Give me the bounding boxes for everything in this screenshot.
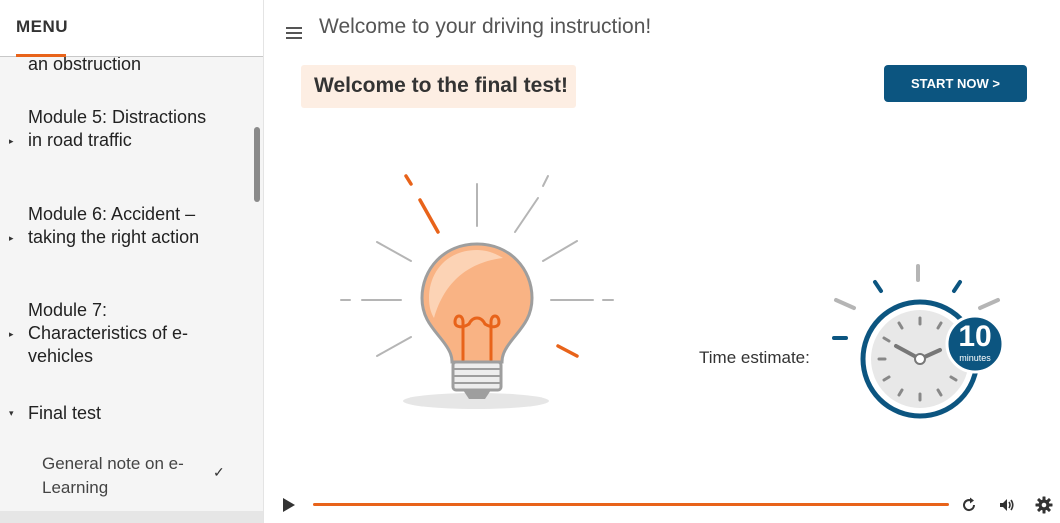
- replay-icon[interactable]: [960, 496, 978, 514]
- sidebar-scrollbar[interactable]: [254, 127, 260, 202]
- chevron-down-icon: ▾: [9, 408, 14, 418]
- menu-item-module-6[interactable]: ▸ Module 6: Accident – taking the right …: [0, 203, 255, 273]
- time-value: 10: [958, 320, 992, 353]
- menu-item-module-7[interactable]: ▸ Module 7: Characteristics of e-vehicle…: [0, 299, 255, 369]
- menu-title-underline: [16, 54, 66, 57]
- settings-gear-icon[interactable]: [1035, 496, 1053, 514]
- progress-bar[interactable]: [313, 503, 949, 506]
- menu-item-label: Final test: [28, 403, 102, 423]
- menu-item-label: Module 7: Characteristics of e-vehicles: [28, 300, 189, 366]
- welcome-heading: Welcome to the final test!: [314, 74, 568, 97]
- menu-header: MENU: [0, 0, 263, 57]
- menu-subitem-active[interactable]: [0, 511, 263, 523]
- menu-item-final-test[interactable]: ▾ Final test: [0, 402, 255, 428]
- chevron-right-icon: ▸: [9, 233, 14, 243]
- chevron-right-icon: ▸: [9, 329, 14, 339]
- lightbulb-illustration: [340, 174, 614, 409]
- start-now-button[interactable]: START NOW >: [884, 65, 1027, 102]
- menu-item-label: Module 5: Distractions in road traffic: [28, 107, 207, 150]
- chevron-right-icon: ▸: [9, 136, 14, 146]
- time-estimate-label: Time estimate:: [699, 348, 810, 367]
- menu-item-label: Module 6: Accident – taking the right ac…: [28, 204, 200, 247]
- checkmark-icon: ✓: [213, 464, 225, 480]
- sidebar-menu: an obstruction ▸ Module 5: Distractions …: [0, 0, 264, 523]
- menu-subitem-general-note[interactable]: General note on e-Learning ✓: [0, 450, 255, 508]
- menu-title: MENU: [16, 17, 69, 36]
- course-title: Welcome to your driving instruction!: [319, 15, 652, 38]
- play-icon[interactable]: [280, 497, 296, 513]
- menu-subitem-label: General note on e-Learning: [42, 454, 184, 497]
- menu-item-module-5[interactable]: ▸ Module 5: Distractions in road traffic: [0, 106, 255, 176]
- time-unit: minutes: [959, 353, 991, 363]
- clock-illustration: 10 minutes: [828, 262, 1008, 422]
- volume-icon[interactable]: [998, 496, 1016, 514]
- hamburger-menu-icon[interactable]: [286, 27, 302, 39]
- welcome-banner: Welcome to the final test!: [301, 65, 576, 108]
